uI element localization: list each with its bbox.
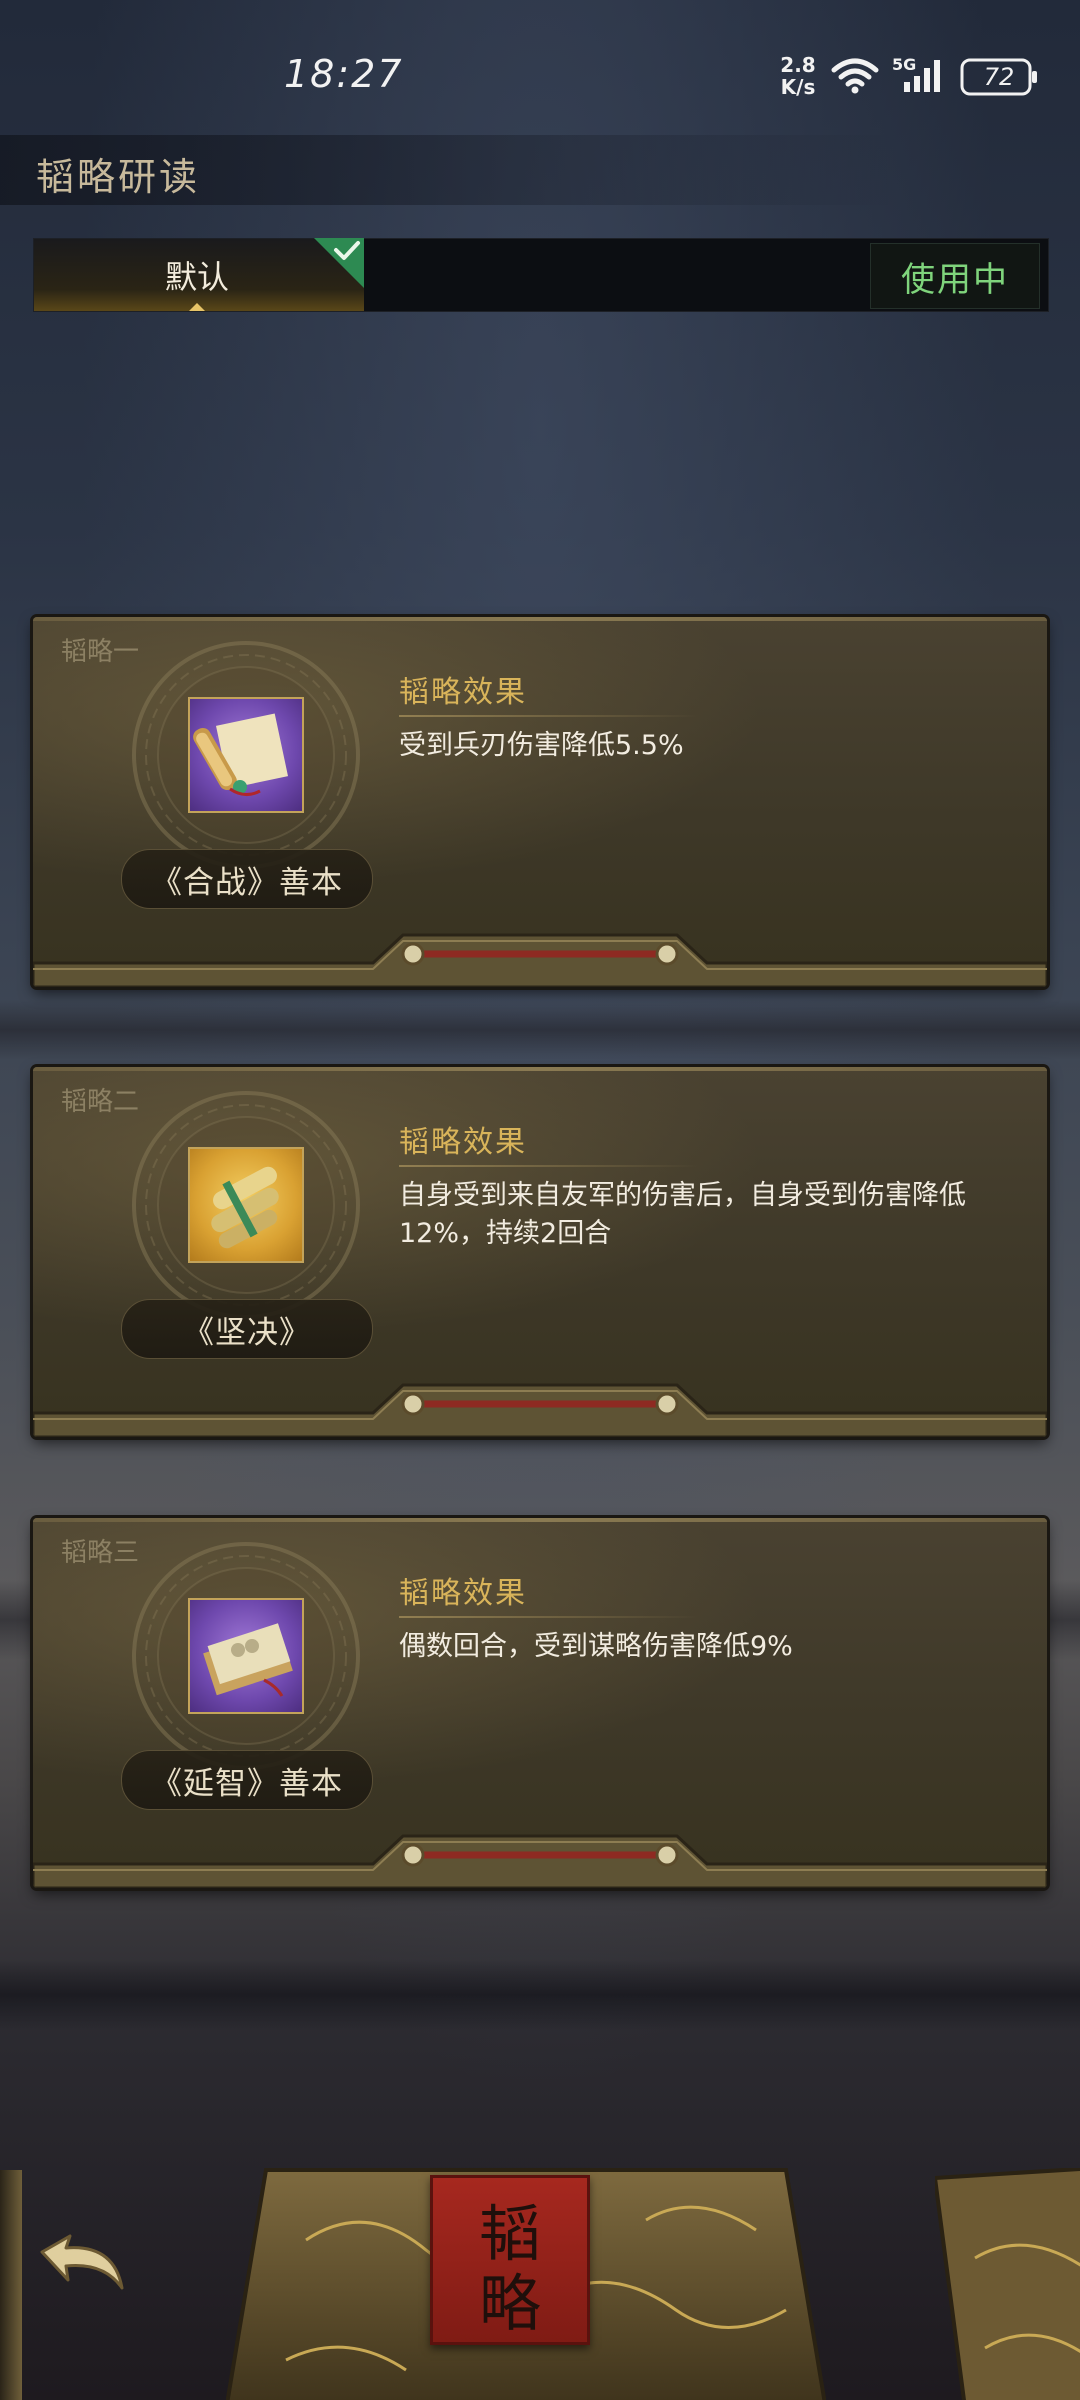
scroll-bundle-icon bbox=[211, 1166, 279, 1249]
card-footer-ornament bbox=[33, 1383, 1047, 1437]
network-speed-unit: K/s bbox=[780, 75, 816, 99]
divider bbox=[399, 1616, 699, 1618]
item-icon-frame[interactable] bbox=[188, 697, 304, 813]
scroll-icon bbox=[193, 713, 288, 796]
item-icon-frame[interactable] bbox=[188, 1147, 304, 1263]
effect-title: 韬略效果 bbox=[399, 675, 527, 710]
card-footer-ornament bbox=[33, 1834, 1047, 1888]
status-time: 18:27 bbox=[284, 52, 404, 96]
book-seal-text: 韬 略 bbox=[479, 2197, 541, 2340]
status-bar: 18:27 2.8 K/s 5G 72 bbox=[0, 0, 1080, 140]
book-seal-char-1: 韬 bbox=[479, 2197, 541, 2270]
back-arrow-icon[interactable] bbox=[22, 2232, 132, 2302]
strategy-card[interactable]: 韬略一 《合战》善本 韬略效果 受到兵刃伤害降低5.5% bbox=[33, 617, 1047, 987]
item-name: 《坚决》 bbox=[121, 1299, 373, 1359]
network-type: 5G bbox=[892, 56, 916, 74]
network-speed-value: 2.8 bbox=[780, 53, 816, 77]
tab-default-label: 默认 bbox=[164, 258, 229, 296]
in-use-badge: 使用中 bbox=[870, 243, 1040, 309]
book-edge-right bbox=[935, 2168, 1080, 2400]
strategy-card[interactable]: 韬略三 《延智》善本 韬略效果 偶数回合，受到谋略伤害降低9% bbox=[33, 1518, 1047, 1888]
plan-tab-bar: 默认 使用中 bbox=[33, 238, 1049, 312]
check-icon bbox=[314, 238, 364, 288]
background-beam bbox=[0, 1000, 1080, 1060]
effect-description: 受到兵刃伤害降低5.5% bbox=[399, 730, 684, 761]
item-icon-frame[interactable] bbox=[188, 1598, 304, 1714]
effect-title: 韬略效果 bbox=[399, 1576, 527, 1611]
page-title: 韬略研读 bbox=[36, 155, 201, 199]
item-name: 《合战》善本 bbox=[121, 849, 373, 909]
book-seal-char-2: 略 bbox=[479, 2267, 541, 2340]
background-beam bbox=[0, 1960, 1080, 2030]
card-footer-ornament bbox=[33, 933, 1047, 987]
effect-description: 自身受到来自友军的伤害后，自身受到伤害降低12%，持续2回合 bbox=[399, 1180, 966, 1249]
book-icon bbox=[203, 1623, 293, 1697]
book-edge-left bbox=[0, 2170, 22, 2400]
effect-description: 偶数回合，受到谋略伤害降低9% bbox=[399, 1631, 793, 1662]
battery-level: 72 bbox=[983, 63, 1015, 91]
game-screen: 18:27 2.8 K/s 5G 72 韬略研读 默认 使用中 韬略一 《合战》… bbox=[0, 0, 1080, 2400]
divider bbox=[399, 715, 699, 717]
network-speed: 2.8 K/s bbox=[776, 54, 820, 98]
tab-selected-marker bbox=[189, 303, 205, 311]
item-name: 《延智》善本 bbox=[121, 1750, 373, 1810]
effect-title: 韬略效果 bbox=[399, 1125, 527, 1160]
book-seal: 韬 略 bbox=[430, 2175, 590, 2345]
wifi-icon bbox=[831, 58, 879, 94]
tab-default[interactable]: 默认 bbox=[34, 238, 364, 311]
divider bbox=[399, 1165, 699, 1167]
signal-5g-icon: 5G bbox=[892, 56, 940, 92]
strategy-card[interactable]: 韬略二 《坚决》 韬略效果 自身受到来自友军的伤害后，自身受到伤害降低12%，持… bbox=[33, 1067, 1047, 1437]
